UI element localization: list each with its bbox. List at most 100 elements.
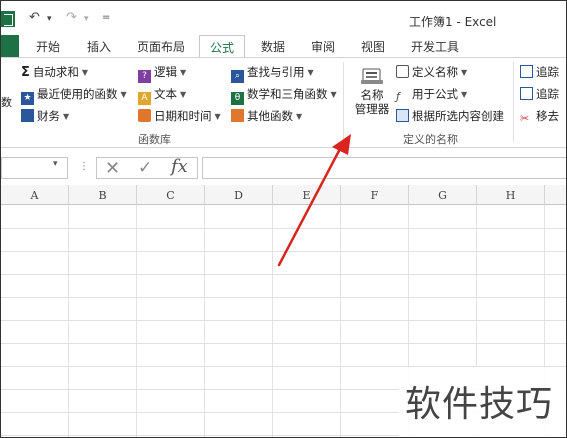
recently-used-button[interactable]: ★ 最近使用的函数 ▼: [21, 86, 127, 105]
financial-label: 财务: [37, 109, 60, 123]
logical-dropdown-icon: ▼: [180, 68, 187, 77]
cancel-icon[interactable]: ✕: [105, 158, 120, 179]
trace-dependents-label: 追踪: [536, 87, 559, 101]
financial-icon: [21, 109, 34, 122]
create-from-selection-label: 根据所选内容创建: [412, 109, 504, 123]
autosum-button[interactable]: Σ 自动求和 ▼: [21, 64, 88, 80]
math-dropdown-icon: ▼: [330, 90, 337, 99]
create-from-selection-icon: [396, 109, 409, 122]
define-name-label: 定义名称: [412, 65, 458, 79]
column-header[interactable]: A: [1, 185, 69, 205]
trace-precedents-label: 追踪: [536, 65, 559, 79]
remove-arrows-button[interactable]: ✂ 移去: [520, 108, 559, 125]
more-functions-dropdown-icon: ▼: [296, 112, 303, 121]
watermark-text: 软件技巧: [405, 384, 554, 425]
use-in-formula-button[interactable]: ƒ 用于公式 ▼: [396, 86, 467, 103]
define-name-button[interactable]: 定义名称 ▼: [396, 64, 467, 80]
math-icon: θ: [231, 92, 244, 105]
column-header[interactable]: C: [137, 185, 205, 205]
column-header[interactable]: H: [477, 185, 545, 205]
ribbon-tabs: 开始 插入 页面布局 公式 数据 审阅 视图 开发工具: [1, 35, 566, 58]
tab-view[interactable]: 视图: [361, 38, 385, 55]
lookup-label: 查找与引用: [247, 65, 305, 79]
use-in-formula-icon: ƒ: [396, 90, 400, 103]
group-separator: [343, 62, 344, 142]
recently-used-label: 最近使用的函数: [37, 87, 118, 101]
grid-line: [1, 343, 566, 344]
tab-data[interactable]: 数据: [261, 38, 285, 55]
grid-line: [204, 205, 205, 437]
group-label-function-library: 函数库: [138, 133, 171, 146]
group-separator: [513, 62, 514, 142]
excel-window: ↶ ▾ ↷ ▾ = 工作簿1 - Excel 开始 插入 页面布局 公式 数据 …: [0, 0, 567, 438]
financial-button[interactable]: 财务 ▼: [21, 108, 69, 124]
grid-line: [272, 205, 273, 437]
logical-button[interactable]: ? 逻辑 ▼: [138, 64, 186, 83]
tab-page-layout[interactable]: 页面布局: [137, 38, 185, 55]
undo-icon[interactable]: ↶: [29, 10, 40, 25]
trace-precedents-button[interactable]: 追踪: [520, 64, 559, 80]
grid-line: [1, 228, 566, 229]
customize-quick-access-icon[interactable]: =: [102, 12, 110, 23]
grid-line: [1, 251, 566, 252]
column-header[interactable]: G: [409, 185, 477, 205]
logical-label: 逻辑: [154, 65, 177, 79]
tab-file[interactable]: [1, 35, 19, 57]
clock-icon: [138, 109, 151, 122]
name-manager-label-line1: 名称: [360, 88, 384, 102]
grid-line: [1, 297, 566, 298]
redo-dropdown-icon[interactable]: ▾: [84, 14, 89, 24]
grid-line: [68, 205, 69, 437]
datetime-dropdown-icon: ▼: [214, 112, 221, 121]
more-functions-label: 其他函数: [247, 109, 293, 123]
tab-home[interactable]: 开始: [36, 38, 60, 55]
column-header[interactable]: E: [273, 185, 341, 205]
window-title: 工作簿1 - Excel: [409, 15, 497, 29]
math-button[interactable]: θ 数学和三角函数 ▼: [231, 86, 337, 105]
more-functions-button[interactable]: 其他函数 ▼: [231, 108, 302, 124]
tab-developer[interactable]: 开发工具: [411, 38, 459, 55]
text-dropdown-icon: ▼: [180, 90, 187, 99]
name-manager-icon: [361, 68, 383, 84]
create-from-selection-button[interactable]: 根据所选内容创建: [396, 108, 504, 124]
column-header[interactable]: D: [205, 185, 273, 205]
redo-icon[interactable]: ↷: [66, 10, 77, 25]
column-header[interactable]: F: [341, 185, 409, 205]
define-name-dropdown-icon: ▼: [461, 68, 468, 77]
undo-dropdown-icon[interactable]: ▾: [47, 14, 52, 24]
formula-input[interactable]: [202, 157, 566, 179]
tab-formulas[interactable]: 公式: [199, 35, 245, 58]
column-header-partial[interactable]: [545, 185, 566, 205]
text-icon: A: [138, 92, 151, 105]
name-manager-button[interactable]: 名称 管理器: [351, 64, 393, 126]
more-functions-icon: [231, 109, 244, 122]
formula-bar: ▾ ⋮ ✕ ✓ fx: [1, 154, 566, 184]
tab-insert[interactable]: 插入: [87, 38, 111, 55]
financial-dropdown-icon: ▼: [63, 112, 70, 121]
insert-function-partial-label[interactable]: 数: [1, 94, 12, 110]
use-in-formula-label: 用于公式: [412, 87, 458, 101]
enter-icon[interactable]: ✓: [138, 158, 152, 178]
grid-line: [136, 205, 137, 437]
text-button[interactable]: A 文本 ▼: [138, 86, 186, 105]
grid-line: [340, 205, 341, 437]
ribbon-formulas: 数 Σ 自动求和 ▼ ★ 最近使用的函数 ▼ 财务 ▼ ? 逻辑 ▼ A 文本 ▼ 日期和时间 ▼ …: [1, 57, 566, 148]
remove-arrows-icon: ✂: [520, 112, 530, 125]
grid-line: [1, 320, 566, 321]
math-label: 数学和三角函数: [247, 87, 328, 101]
trace-dependents-button[interactable]: 追踪: [520, 86, 559, 102]
tab-review[interactable]: 审阅: [311, 38, 335, 55]
sigma-icon: Σ: [21, 65, 30, 80]
column-header-row: A B C D E F G H: [1, 185, 566, 205]
lookup-button[interactable]: ⌕ 查找与引用 ▼: [231, 64, 314, 83]
datetime-button[interactable]: 日期和时间 ▼: [138, 108, 221, 124]
insert-function-icon[interactable]: fx: [171, 156, 188, 177]
autosum-label: 自动求和: [32, 65, 79, 79]
column-header[interactable]: B: [69, 185, 137, 205]
excel-app-icon: [1, 11, 15, 27]
name-box-dropdown-icon[interactable]: ▾: [53, 159, 58, 169]
formula-bar-grip-icon[interactable]: ⋮: [79, 161, 89, 172]
text-label: 文本: [154, 87, 177, 101]
name-manager-label-line2: 管理器: [354, 102, 390, 116]
logical-icon: ?: [138, 70, 151, 83]
